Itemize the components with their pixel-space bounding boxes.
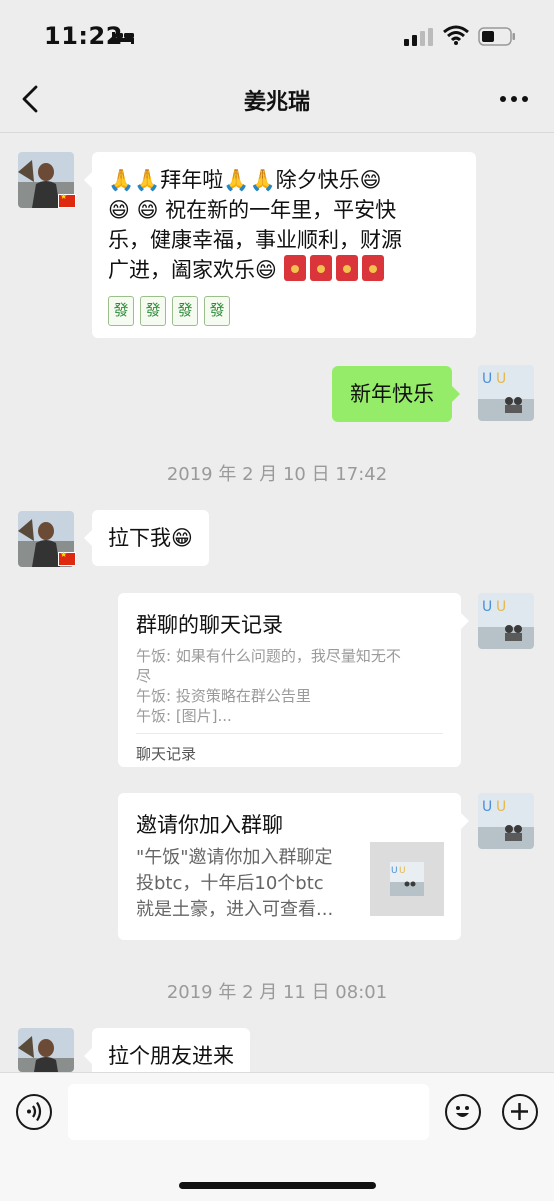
message-bubble-outgoing[interactable]: 新年快乐 (332, 366, 460, 422)
flag-badge-icon (58, 550, 76, 566)
card-title: 邀请你加入群聊 (136, 813, 283, 837)
message-timestamp: 2019 年 2 月 11 日 08:01 (166, 982, 388, 1003)
chat-record-card[interactable]: 群聊的聊天记录 午饭: 如果有什么问题的，我尽量知无不 尽 午饭: 投资策略在群… (118, 593, 469, 767)
card-footer-label: 聊天记录 (136, 745, 197, 763)
sleep-mode-icon (112, 32, 134, 44)
message-input[interactable] (68, 1084, 429, 1140)
wifi-icon (443, 25, 469, 45)
svg-text:U: U (482, 371, 492, 387)
red-envelope-icon (335, 255, 358, 281)
card-preview-line: 尽 (136, 667, 152, 685)
card-description-line: "午饭"邀请你加入群聊定 (136, 847, 333, 868)
mahjong-fa-icon: 發 (108, 296, 134, 326)
card-preview-line: 午饭: 投资策略在群公告里 (136, 687, 311, 705)
card-description-line: 就是土豪，进入可查看... (136, 899, 334, 920)
plus-icon (511, 1103, 528, 1120)
card-title: 群聊的聊天记录 (136, 613, 283, 637)
group-invite-card[interactable]: 邀请你加入群聊 "午饭"邀请你加入群聊定 投btc，十年后10个btc 就是土豪… (118, 793, 469, 940)
card-description-line: 投btc，十年后10个btc (136, 873, 324, 894)
message-text: 拉个朋友进来 (108, 1044, 234, 1068)
svg-text:U: U (496, 799, 506, 815)
svg-text:U: U (399, 866, 406, 876)
message-bubble-incoming[interactable]: 拉下我😁 (84, 510, 209, 566)
message-text: 广进，阖家欢乐😄 (108, 258, 277, 282)
battery-icon (478, 27, 515, 46)
message-text-line: 乐，健康幸福，事业顺利，财源 (108, 228, 402, 252)
self-avatar[interactable]: U U (478, 593, 534, 649)
contact-avatar[interactable] (18, 1028, 74, 1072)
home-indicator[interactable] (179, 1182, 376, 1189)
contact-avatar-image (18, 1028, 74, 1072)
voice-input-button[interactable] (16, 1094, 52, 1130)
svg-text:U: U (482, 599, 492, 615)
add-more-button[interactable] (502, 1094, 538, 1130)
svg-text:U: U (496, 599, 506, 615)
message-text-line: 😄 😄 祝在新的一年里，平安快 (108, 198, 397, 222)
card-preview-line: 午饭: [图片]... (136, 707, 232, 725)
self-avatar[interactable]: U U (478, 365, 534, 421)
mahjong-fa-icon: 發 (172, 296, 198, 326)
mahjong-fa-icon: 發 (140, 296, 166, 326)
svg-text:U: U (482, 799, 492, 815)
emoji-icon (456, 1106, 469, 1117)
mahjong-fa-icon: 發 (204, 296, 230, 326)
card-divider (136, 733, 443, 734)
cellular-signal-icon (404, 28, 433, 46)
more-options-icon[interactable] (498, 92, 530, 106)
message-text: 拉下我😁 (108, 526, 193, 550)
group-thumbnail-icon: U U (370, 842, 444, 916)
red-envelope-icon (309, 255, 332, 281)
message-text-line: 🙏🙏拜年啦🙏🙏除夕快乐😄 (108, 168, 382, 192)
card-preview-line: 午饭: 如果有什么问题的，我尽量知无不 (136, 647, 401, 665)
flag-badge-icon (58, 192, 76, 208)
message-timestamp: 2019 年 2 月 10 日 17:42 (166, 464, 388, 485)
svg-text:U: U (496, 371, 506, 387)
voice-icon (27, 1101, 42, 1122)
message-bubble-incoming[interactable]: 🙏🙏拜年啦🙏🙏除夕快乐😄 😄 😄 祝在新的一年里，平安快 乐，健康幸福，事业顺利… (84, 152, 476, 338)
emoji-button[interactable] (445, 1094, 481, 1130)
red-envelope-icon (283, 255, 306, 281)
self-avatar-image: U U (478, 793, 534, 849)
red-envelope-icon (361, 255, 384, 281)
message-text-line: 广进，阖家欢乐😄 (108, 255, 466, 285)
chat-title: 姜兆瑞 (243, 90, 310, 115)
self-avatar-image: U U (478, 593, 534, 649)
message-text: 新年快乐 (350, 382, 434, 406)
svg-text:U: U (391, 866, 398, 876)
message-sticker-row: 發發發發 (108, 289, 466, 326)
self-avatar[interactable]: U U (478, 793, 534, 849)
self-avatar-image: U U (478, 365, 534, 421)
